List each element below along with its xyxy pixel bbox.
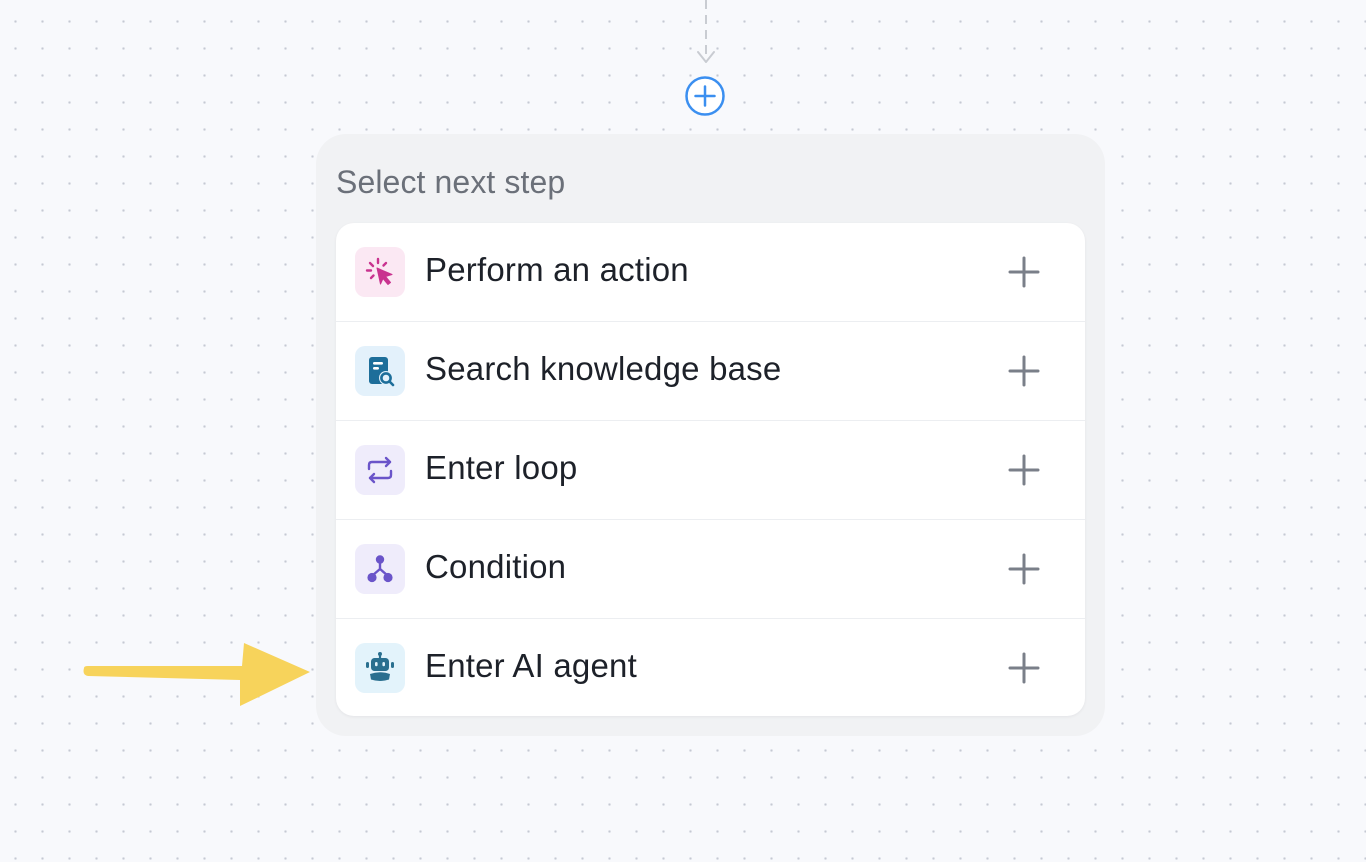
cursor-click-icon	[365, 257, 393, 285]
knowledge-base-icon	[369, 357, 395, 387]
connector-line	[697, 0, 715, 63]
plus-icon	[1008, 454, 1040, 486]
robot-icon	[366, 652, 394, 681]
plus-icon	[1008, 355, 1040, 387]
step-label: Enter loop	[425, 449, 578, 486]
add-enter-loop-button[interactable]	[1004, 450, 1044, 490]
step-icon-tile	[355, 247, 405, 297]
step-option-enter-ai-agent[interactable]: Enter AI agent	[336, 619, 1085, 716]
step-option-enter-loop[interactable]: Enter loop	[336, 421, 1085, 520]
step-option-perform-action[interactable]: Perform an action	[336, 223, 1085, 322]
step-options-list: Perform an action Search knowledge base …	[336, 223, 1085, 716]
step-icon-tile	[355, 445, 405, 495]
step-icon-tile	[355, 346, 405, 396]
highlight-arrow	[83, 643, 310, 706]
step-label: Condition	[425, 548, 567, 585]
select-next-step-panel: Select next step Perform an action Searc…	[316, 134, 1105, 736]
plus-icon	[1008, 256, 1040, 288]
plus-icon	[1008, 652, 1040, 684]
step-icon-tile	[355, 643, 405, 693]
step-label: Search knowledge base	[425, 350, 782, 387]
branch-icon	[367, 555, 393, 583]
loop-icon	[367, 456, 393, 484]
step-label: Enter AI agent	[425, 647, 637, 684]
add-enter-ai-agent-button[interactable]	[1004, 648, 1044, 688]
plus-icon	[1008, 553, 1040, 585]
panel-title: Select next step	[336, 164, 566, 200]
add-search-knowledge-base-button[interactable]	[1004, 351, 1044, 391]
add-perform-action-button[interactable]	[1004, 252, 1044, 292]
add-condition-button[interactable]	[1004, 549, 1044, 589]
step-option-search-knowledge-base[interactable]: Search knowledge base	[336, 322, 1085, 421]
step-label: Perform an action	[425, 251, 689, 288]
step-option-condition[interactable]: Condition	[336, 520, 1085, 619]
step-icon-tile	[355, 544, 405, 594]
add-step-button[interactable]	[684, 75, 726, 117]
